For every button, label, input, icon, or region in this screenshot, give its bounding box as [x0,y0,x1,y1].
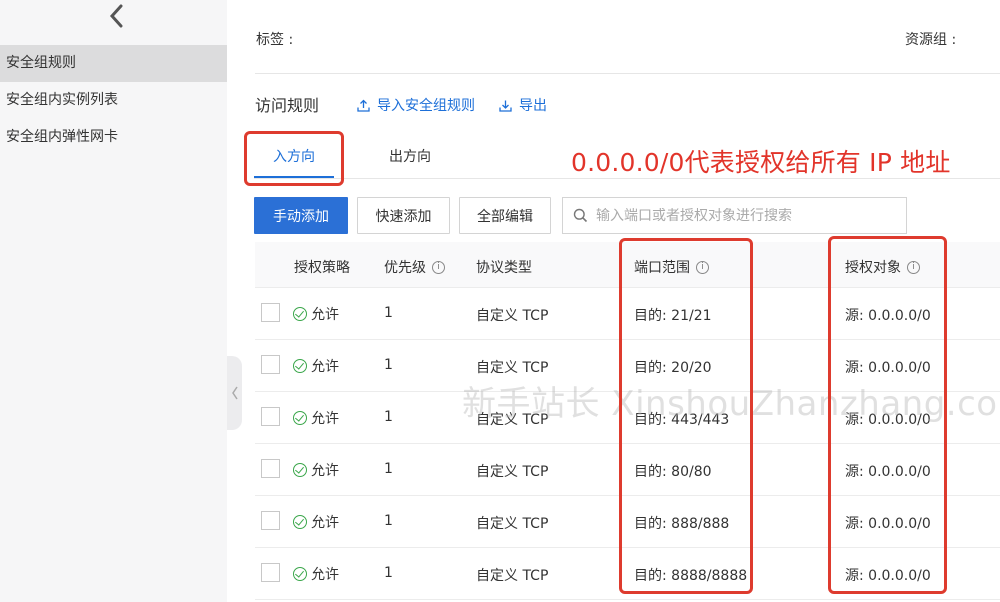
row-checkbox[interactable] [261,355,280,374]
check-circle-icon [293,411,307,425]
annotation-box-inbound-tab [244,131,344,186]
policy-cell: 允许 [293,564,339,584]
back-button[interactable] [105,2,129,30]
resource-group-label: 资源组 : [905,32,957,48]
info-icon[interactable]: i [432,260,445,274]
sidebar-collapse-handle[interactable] [227,356,242,430]
check-circle-icon [293,567,307,581]
tag-label: 标签 : [256,32,294,48]
policy-label: 允许 [311,411,339,427]
quick-add-button[interactable]: 快速添加 [357,197,450,234]
protocol-cell: 自定义 TCP [476,568,549,584]
import-rules-button[interactable]: 导入安全组规则 [357,95,475,115]
policy-label: 允许 [311,359,339,375]
row-checkbox[interactable] [261,459,280,478]
search-input[interactable] [596,207,886,224]
column-header-label: 协议类型 [476,260,532,276]
policy-cell: 允许 [293,304,339,324]
row-checkbox[interactable] [261,407,280,426]
protocol-cell: 自定义 TCP [476,464,549,480]
upload-icon [357,99,370,112]
annotation-box-port-range [619,238,753,594]
chevron-left-icon [109,4,123,28]
sidebar-item-security-group-rules[interactable]: 安全组规则 [0,45,227,82]
priority-cell: 1 [384,357,393,373]
policy-label: 允许 [311,307,339,323]
priority-cell: 1 [384,461,393,477]
annotation-box-target [828,236,947,594]
priority-cell: 1 [384,513,393,529]
import-rules-label: 导入安全组规则 [377,98,475,114]
policy-label: 允许 [311,463,339,479]
policy-cell: 允许 [293,460,339,480]
priority-cell: 1 [384,565,393,581]
priority-cell: 1 [384,305,393,321]
tab-outbound[interactable]: 出方向 [389,146,431,166]
policy-cell: 允许 [293,356,339,376]
annotation-text: 0.0.0.0/0代表授权给所有 IP 地址 [571,148,951,177]
search-icon [573,208,588,223]
search-box [562,197,907,234]
export-button[interactable]: 导出 [499,95,547,115]
policy-cell: 允许 [293,408,339,428]
check-circle-icon [293,515,307,529]
divider [255,73,1000,74]
column-header-protocol: 协议类型 [476,257,532,277]
manual-add-button[interactable]: 手动添加 [254,197,348,234]
sidebar-item-elastic-nic[interactable]: 安全组内弹性网卡 [0,119,227,156]
protocol-cell: 自定义 TCP [476,516,549,532]
check-circle-icon [293,359,307,373]
row-checkbox[interactable] [261,303,280,322]
export-label: 导出 [519,98,547,114]
row-checkbox[interactable] [261,563,280,582]
check-circle-icon [293,307,307,321]
download-icon [499,100,512,112]
protocol-cell: 自定义 TCP [476,308,549,324]
policy-label: 允许 [311,515,339,531]
sidebar: 安全组规则 安全组内实例列表 安全组内弹性网卡 [0,0,227,602]
edit-all-button[interactable]: 全部编辑 [459,197,551,234]
row-checkbox[interactable] [261,511,280,530]
protocol-cell: 自定义 TCP [476,360,549,376]
breadcrumb-cut [256,0,260,7]
sidebar-item-instance-list[interactable]: 安全组内实例列表 [0,82,227,119]
priority-cell: 1 [384,409,393,425]
policy-cell: 允许 [293,512,339,532]
column-header-label: 授权策略 [294,260,350,276]
policy-label: 允许 [311,567,339,583]
check-circle-icon [293,463,307,477]
column-header-label: 优先级 [384,260,426,276]
chevron-left-icon [231,386,238,400]
column-header-policy: 授权策略 [294,257,350,277]
section-title: 访问规则 [255,96,320,115]
column-header-priority: 优先级 i [384,257,445,277]
